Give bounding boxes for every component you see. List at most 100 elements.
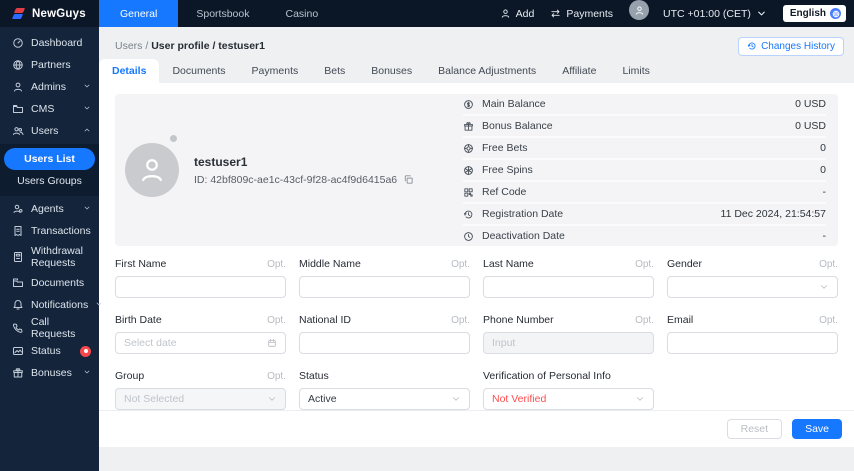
status-select[interactable]: Active xyxy=(299,388,470,410)
sidebar-item-users[interactable]: Users xyxy=(0,120,99,142)
sidebar-item-documents[interactable]: Documents xyxy=(0,272,99,294)
tab-limits[interactable]: Limits xyxy=(609,59,662,83)
info-row-free-spins: Free Spins 0 xyxy=(463,160,826,182)
middle-name-label: Middle Name xyxy=(299,258,361,270)
brand[interactable]: NewGuys xyxy=(0,0,99,27)
bonus-balance-value: 0 USD xyxy=(795,120,826,132)
info-row-ref-code: Ref Code - xyxy=(463,182,826,204)
receipt-icon xyxy=(12,225,24,237)
info-row-registration-date: Registration Date 11 Dec 2024, 21:54:57 xyxy=(463,204,826,226)
chevron-down-icon xyxy=(83,103,91,115)
user-id: ID: 42bf809c-ae1c-43cf-9f28-ac4f9d6415a6 xyxy=(194,173,398,186)
account-avatar[interactable] xyxy=(629,0,650,20)
chip-icon xyxy=(463,143,474,154)
free-spins-value: 0 xyxy=(820,164,826,176)
chevron-up-icon xyxy=(83,125,91,137)
globe-icon xyxy=(12,59,24,71)
tab-bonuses[interactable]: Bonuses xyxy=(358,59,425,83)
tab-bets[interactable]: Bets xyxy=(311,59,358,83)
person-icon xyxy=(137,155,167,185)
tab-affiliate[interactable]: Affiliate xyxy=(549,59,609,83)
user-avatar xyxy=(125,135,179,197)
sidebar-item-cms[interactable]: CMS xyxy=(0,98,99,120)
registration-date-value: 11 Dec 2024, 21:54:57 xyxy=(720,208,826,220)
status-badge xyxy=(80,345,91,357)
birth-date-picker[interactable]: Select date xyxy=(115,332,286,354)
changes-history-label: Changes History xyxy=(761,40,835,52)
info-row-bonus-balance: Bonus Balance 0 USD xyxy=(463,116,826,138)
last-name-label: Last Name xyxy=(483,258,534,270)
sidebar-item-users-list[interactable]: Users List xyxy=(4,148,95,170)
changes-history-button[interactable]: Changes History xyxy=(738,36,844,56)
person-icon xyxy=(634,5,645,16)
phone-icon xyxy=(12,322,24,334)
last-name-field[interactable] xyxy=(483,276,654,298)
chevron-down-icon xyxy=(83,81,91,93)
sidebar-item-transactions[interactable]: Transactions xyxy=(0,220,99,242)
sidebar-item-bonuses[interactable]: Bonuses xyxy=(0,362,99,384)
swap-icon xyxy=(550,8,561,19)
chevron-down-icon xyxy=(83,203,91,215)
globe-icon xyxy=(830,8,841,19)
language-label: English xyxy=(789,8,826,19)
copy-icon[interactable] xyxy=(403,174,414,185)
sidebar-item-users-groups[interactable]: Users Groups xyxy=(0,170,99,192)
timezone-label: UTC +01:00 (CET) xyxy=(663,7,751,20)
verification-select[interactable]: Not Verified xyxy=(483,388,654,410)
wheel-icon xyxy=(463,165,474,176)
email-field[interactable] xyxy=(667,332,838,354)
sidebar-item-notifications[interactable]: Notifications xyxy=(0,294,99,316)
tab-payments[interactable]: Payments xyxy=(239,59,312,83)
sidebar-item-status[interactable]: Status xyxy=(0,340,99,362)
first-name-field[interactable] xyxy=(115,276,286,298)
brand-logo-icon xyxy=(11,6,26,21)
calendar-icon xyxy=(267,338,277,348)
middle-name-field[interactable] xyxy=(299,276,470,298)
sidebar-item-agents[interactable]: Agents xyxy=(0,198,99,220)
user-info-panel: testuser1 ID: 42bf809c-ae1c-43cf-9f28-ac… xyxy=(115,94,838,246)
save-button[interactable]: Save xyxy=(792,419,842,439)
main-balance-value: 0 USD xyxy=(795,98,826,110)
sidebar-item-withdrawal-requests[interactable]: Withdrawal Requests xyxy=(0,242,99,272)
deactivation-date-value: - xyxy=(822,230,827,242)
language-button[interactable]: English xyxy=(782,5,846,22)
timezone-selector[interactable]: UTC +01:00 (CET) xyxy=(663,0,767,27)
add-button[interactable]: Add xyxy=(500,0,535,27)
add-label: Add xyxy=(515,7,535,20)
chevron-down-icon xyxy=(95,299,103,311)
sidebar-item-partners[interactable]: Partners xyxy=(0,54,99,76)
sidebar-item-dashboard[interactable]: Dashboard xyxy=(0,32,99,54)
atm-icon xyxy=(12,251,24,263)
dashboard-icon xyxy=(12,37,24,49)
tab-details[interactable]: Details xyxy=(99,59,160,83)
national-id-field[interactable] xyxy=(299,332,470,354)
payments-button[interactable]: Payments xyxy=(550,0,613,27)
chevron-down-icon xyxy=(83,367,91,379)
email-label: Email xyxy=(667,314,694,326)
top-header: NewGuys General Sportsbook Casino Add Pa… xyxy=(0,0,854,27)
chevron-down-icon xyxy=(819,282,829,292)
breadcrumb-separator: / xyxy=(145,40,149,52)
tab-documents[interactable]: Documents xyxy=(159,59,238,83)
brand-name: NewGuys xyxy=(32,7,86,20)
phone-number-field xyxy=(483,332,654,354)
header-tab-sportsbook[interactable]: Sportsbook xyxy=(178,0,267,27)
qr-icon xyxy=(463,187,474,198)
profile-tabs: Details Documents Payments Bets Bonuses … xyxy=(99,59,854,83)
gender-label: Gender xyxy=(667,258,703,270)
chevron-down-icon xyxy=(635,394,645,404)
breadcrumb-users[interactable]: Users xyxy=(115,40,142,52)
group-select[interactable]: Not Selected xyxy=(115,388,286,410)
reset-button[interactable]: Reset xyxy=(726,419,783,439)
header-tab-general[interactable]: General xyxy=(99,0,179,27)
history-icon xyxy=(747,41,757,51)
gender-select[interactable] xyxy=(667,276,838,298)
gift-icon xyxy=(463,121,474,132)
sidebar-item-admins[interactable]: Admins xyxy=(0,76,99,98)
sidebar-item-call-requests[interactable]: Call Requests xyxy=(0,316,99,340)
tab-balance-adjustments[interactable]: Balance Adjustments xyxy=(425,59,549,83)
clock-icon xyxy=(463,231,474,242)
header-tab-casino[interactable]: Casino xyxy=(267,0,336,27)
documents-icon xyxy=(12,277,24,289)
phone-number-label: Phone Number xyxy=(483,314,554,326)
